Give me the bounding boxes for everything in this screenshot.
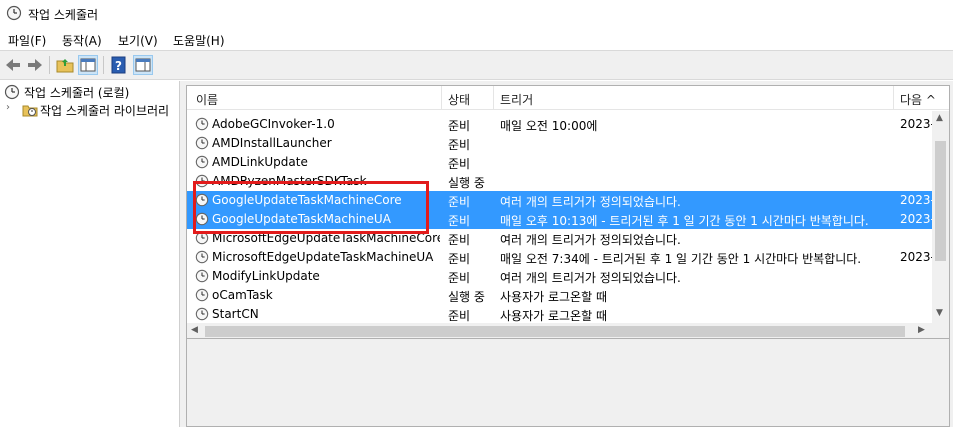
task-clock-icon	[195, 250, 209, 267]
task-status-cell: 준비	[448, 195, 471, 209]
menu-help[interactable]: 도움말(H)	[171, 31, 227, 50]
table-row[interactable]: oCamTask 실행 중 사용자가 로그온할 때	[187, 286, 932, 305]
task-name-cell: AMDInstallLauncher	[212, 136, 332, 150]
task-status-cell: 준비	[448, 119, 471, 133]
svg-text:?: ?	[115, 59, 122, 73]
up-folder-icon[interactable]	[55, 55, 75, 75]
column-header-next-run[interactable]: 다음 ^	[894, 86, 949, 110]
scroll-down-arrow-icon[interactable]: ▼	[936, 308, 943, 318]
task-trigger-cell: 사용자가 로그온할 때	[500, 309, 607, 323]
scroll-right-arrow-icon[interactable]: ▶	[918, 325, 925, 335]
show-hide-action-pane-icon[interactable]	[133, 55, 153, 75]
column-header-triggers[interactable]: 트리거	[494, 86, 894, 110]
task-detail-pane	[186, 339, 950, 427]
task-rows: AdobeGCInvoker-1.0 준비 매일 오전 10:00에 2023- AMD…	[187, 115, 932, 323]
task-trigger-cell: 매일 오전 7:34에 - 트리거된 후 1 일 기간 동안 1 시간마다 반복…	[500, 252, 862, 266]
task-trigger-cell: 매일 오전 10:00에	[500, 119, 598, 133]
scroll-up-arrow-icon[interactable]: ▲	[936, 113, 943, 123]
table-row[interactable]: AMDLinkUpdate 준비	[187, 153, 932, 172]
table-row[interactable]: MicrosoftEdgeUpdateTaskMachineUA 준비 매일 오전 …	[187, 248, 932, 267]
task-status-cell: 준비	[448, 157, 471, 171]
task-list: 이름 상태 트리거 다음 ^ AdobeGCInvoker-1.0 준비 매일 오전…	[186, 85, 950, 339]
forward-arrow-icon[interactable]	[25, 55, 45, 75]
task-trigger-cell: 사용자가 로그온할 때	[500, 290, 607, 304]
task-status-cell: 준비	[448, 214, 471, 228]
task-clock-icon	[195, 174, 209, 191]
column-header-row: 이름 상태 트리거 다음 ^	[187, 86, 949, 110]
horizontal-scroll-thumb[interactable]	[205, 326, 905, 337]
task-clock-icon	[195, 231, 209, 248]
task-status-cell: 준비	[448, 252, 471, 266]
task-trigger-cell: 여러 개의 트리거가 정의되었습니다.	[500, 233, 681, 247]
table-row[interactable]: MicrosoftEdgeUpdateTaskMachineCore 준비 여러 개…	[187, 229, 932, 248]
table-row[interactable]: StartCN 준비 사용자가 로그온할 때	[187, 305, 932, 323]
vertical-scroll-thumb[interactable]	[935, 141, 946, 261]
horizontal-scrollbar[interactable]: ◀ ▶	[187, 323, 932, 338]
task-next-run-cell: 2023-	[900, 117, 932, 131]
task-clock-icon	[195, 155, 209, 172]
show-hide-console-tree-icon[interactable]	[78, 55, 98, 75]
back-arrow-icon[interactable]	[3, 55, 23, 75]
folder-clock-icon	[22, 102, 38, 121]
task-clock-icon	[195, 136, 209, 153]
toolbar: ?	[0, 50, 953, 80]
expand-chevron-icon[interactable]: ›	[6, 102, 10, 113]
task-name-cell: oCamTask	[212, 288, 273, 302]
column-header-name[interactable]: 이름	[187, 86, 442, 110]
task-trigger-cell: 여러 개의 트리거가 정의되었습니다.	[500, 195, 681, 209]
task-clock-icon	[195, 193, 209, 210]
task-name-cell: GoogleUpdateTaskMachineUA	[212, 212, 391, 226]
task-next-run-cell: 2023-	[900, 212, 932, 226]
table-row[interactable]: AMDRyzenMasterSDKTask 실행 중	[187, 172, 932, 191]
task-clock-icon	[195, 212, 209, 229]
toolbar-separator	[49, 56, 50, 74]
task-name-cell: AdobeGCInvoker-1.0	[212, 117, 335, 131]
console-tree: 작업 스케줄러 (로컬) › 작업 스케줄러 라이브러리	[0, 81, 180, 427]
task-clock-icon	[195, 117, 209, 134]
toolbar-separator	[103, 56, 104, 74]
table-row[interactable]: AMDInstallLauncher 준비	[187, 134, 932, 153]
column-header-status[interactable]: 상태	[442, 86, 494, 110]
table-row[interactable]: ModifyLinkUpdate 준비 여러 개의 트리거가 정의되었습니다.	[187, 267, 932, 286]
menu-action[interactable]: 동작(A)	[60, 31, 104, 50]
task-next-run-cell: 2023-	[900, 193, 932, 207]
menu-file[interactable]: 파일(F)	[6, 31, 48, 50]
tree-item-label: 작업 스케줄러 라이브러리	[40, 104, 170, 118]
help-icon[interactable]: ?	[109, 55, 129, 75]
task-status-cell: 준비	[448, 309, 471, 323]
task-scheduler-clock-icon	[6, 5, 22, 24]
task-name-cell: StartCN	[212, 307, 259, 321]
tree-item-task-scheduler-local[interactable]: 작업 스케줄러 (로컬)	[4, 83, 179, 101]
task-next-run-cell: 2023-	[900, 250, 932, 264]
table-row[interactable]: GoogleUpdateTaskMachineCore 준비 여러 개의 트리거가 …	[187, 191, 932, 210]
task-name-cell: ModifyLinkUpdate	[212, 269, 320, 283]
task-trigger-cell: 여러 개의 트리거가 정의되었습니다.	[500, 271, 681, 285]
window-title: 작업 스케줄러	[28, 8, 99, 22]
task-status-cell: 실행 중	[448, 176, 485, 190]
task-status-cell: 준비	[448, 233, 471, 247]
scroll-left-arrow-icon[interactable]: ◀	[191, 325, 198, 335]
tree-item-label: 작업 스케줄러 (로컬)	[24, 86, 130, 100]
task-clock-icon	[195, 307, 209, 323]
task-name-cell: MicrosoftEdgeUpdateTaskMachineCore	[212, 231, 440, 245]
task-name-cell: MicrosoftEdgeUpdateTaskMachineUA	[212, 250, 434, 264]
task-name-cell: GoogleUpdateTaskMachineCore	[212, 193, 402, 207]
content-pane: 이름 상태 트리거 다음 ^ AdobeGCInvoker-1.0 준비 매일 오전…	[186, 81, 953, 427]
task-name-cell: AMDRyzenMasterSDKTask	[212, 174, 367, 188]
task-status-cell: 준비	[448, 271, 471, 285]
menu-bar: 파일(F) 동작(A) 보기(V) 도움말(H)	[0, 28, 953, 50]
task-trigger-cell: 매일 오후 10:13에 - 트리거된 후 1 일 기간 동안 1 시간마다 반…	[500, 214, 869, 228]
tree-item-task-scheduler-library[interactable]: › 작업 스케줄러 라이브러리	[6, 101, 179, 121]
vertical-scrollbar[interactable]: ▲ ▼	[932, 111, 949, 323]
task-clock-icon	[195, 288, 209, 305]
title-bar: 작업 스케줄러	[0, 0, 953, 28]
task-status-cell: 실행 중	[448, 290, 485, 304]
scrollbar-corner	[932, 323, 949, 338]
task-status-cell: 준비	[448, 138, 471, 152]
menu-view[interactable]: 보기(V)	[116, 31, 160, 50]
table-row[interactable]: AdobeGCInvoker-1.0 준비 매일 오전 10:00에 2023-	[187, 115, 932, 134]
task-name-cell: AMDLinkUpdate	[212, 155, 308, 169]
task-clock-icon	[195, 269, 209, 286]
table-row[interactable]: GoogleUpdateTaskMachineUA 준비 매일 오후 10:13에 …	[187, 210, 932, 229]
